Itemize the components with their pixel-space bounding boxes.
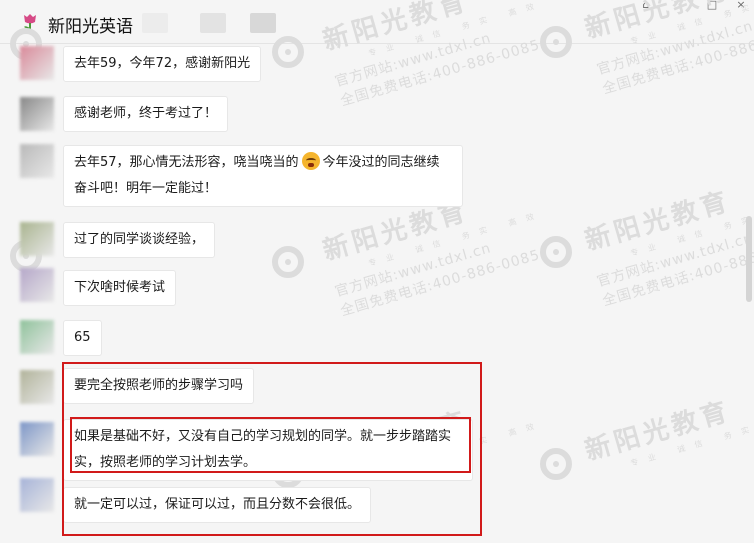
maximize-icon[interactable]: □ <box>702 0 722 12</box>
message-bubble[interactable]: 去年57，那心情无法形容，哓当哓当的 今年没过的同志继续奋斗吧！明年一定能过！ <box>63 145 463 207</box>
message-bubble[interactable]: 过了的同学谈谈经验， <box>63 222 216 258</box>
avatar[interactable] <box>20 46 54 80</box>
chat-header: 新阳光英语 ⌂ – □ × <box>0 0 754 44</box>
message-bubble[interactable]: 感谢老师，终于考过了！ <box>63 96 229 132</box>
message-text: 去年57，那心情无法形容，哓当哓当的 <box>74 155 299 170</box>
avatar[interactable] <box>20 320 54 354</box>
close-icon[interactable]: × <box>731 0 751 12</box>
scrollbar[interactable] <box>746 216 752 302</box>
avatar[interactable] <box>20 478 54 512</box>
wow-face-emoji <box>301 152 320 170</box>
avatar[interactable] <box>20 268 54 302</box>
avatar[interactable] <box>20 144 54 178</box>
group-title: 新阳光英语 <box>48 17 133 37</box>
message-bubble[interactable]: 下次啥时候考试 <box>63 270 177 306</box>
avatar[interactable] <box>20 222 54 256</box>
watermark: 新阳光教育 专业 诚信 务实 高效 官方网站:www.tdxl.cn 全国免费电… <box>581 186 754 310</box>
avatar[interactable] <box>20 370 54 404</box>
highlight-box-inner <box>70 417 471 473</box>
watermark-seal-icon <box>540 236 572 268</box>
watermark-seal-icon <box>540 448 572 480</box>
avatar[interactable] <box>20 422 54 456</box>
watermark-seal-icon <box>272 246 304 278</box>
message-bubble[interactable]: 65 <box>63 320 102 356</box>
message-bubble[interactable]: 去年59，今年72，感谢新阳光 <box>63 46 262 82</box>
watermark: 新阳光教育 专业 诚信 务实 高效 <box>581 396 754 469</box>
watermark-seal-icon <box>540 26 572 58</box>
watermark-seal-icon <box>272 36 304 68</box>
pin-icon[interactable]: ⌂ <box>636 0 656 12</box>
avatar[interactable] <box>20 97 54 131</box>
minimize-icon[interactable]: – <box>673 0 693 12</box>
